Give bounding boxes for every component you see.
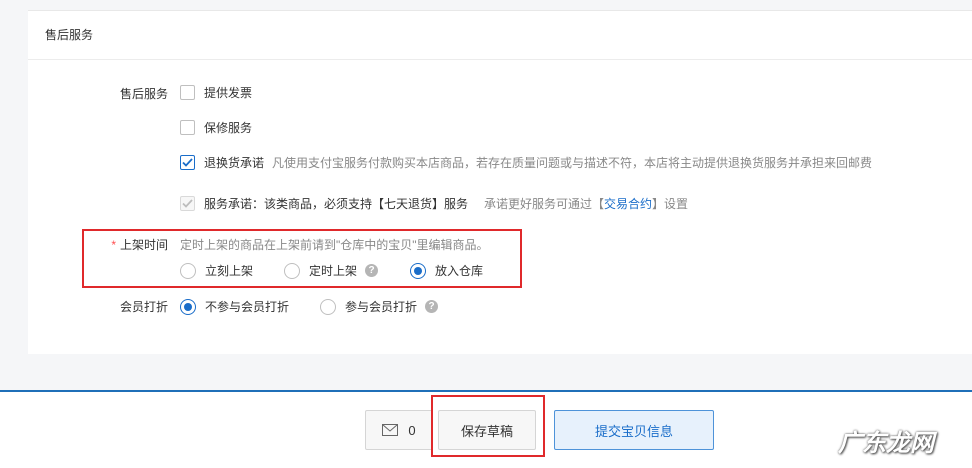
return-exchange-checkbox[interactable] — [180, 155, 195, 170]
invoice-label: 提供发票 — [204, 86, 253, 100]
no-member-discount-radio[interactable] — [180, 298, 196, 315]
option-warranty[interactable]: 保修服务 — [180, 119, 252, 136]
invoice-checkbox[interactable] — [180, 85, 195, 100]
check-icon — [182, 158, 193, 167]
submit-button[interactable]: 提交宝贝信息 — [554, 410, 714, 450]
check-icon — [182, 199, 193, 208]
warranty-label: 保修服务 — [204, 121, 253, 135]
option-invoice[interactable]: 提供发票 — [180, 84, 252, 101]
member-discount-option-label: 参与会员打折 — [345, 300, 418, 314]
service-promise: 服务承诺：该类商品，必须支持【七天退货】服务 承诺更好服务可通过【交易合约】设置 — [180, 195, 688, 212]
after-sales-label: 售后服务 — [119, 87, 168, 101]
radio-no-member-discount[interactable]: 不参与会员打折 — [180, 298, 289, 315]
member-discount-radio[interactable] — [320, 298, 336, 315]
help-icon[interactable]: ? — [425, 300, 439, 313]
section-header: 售后服务 — [28, 11, 972, 60]
listing-time-highlight — [82, 229, 522, 288]
return-exchange-note: 凡使用支付宝服务付款购买本店商品，若存在质量问题或与描述不符，本店将主动提供退换… — [272, 156, 873, 170]
after-sales-card: 售后服务 — [28, 10, 972, 354]
message-count: 0 — [408, 422, 416, 438]
watermark: 广东龙网 — [838, 428, 934, 457]
member-discount-label: 会员打折 — [119, 300, 168, 314]
envelope-icon — [382, 424, 399, 436]
service-promise-hint: 承诺更好服务可通过【交易合约】设置 — [484, 197, 689, 211]
service-promise-label: 服务承诺：该类商品，必须支持【七天退货】服务 — [204, 197, 469, 211]
radio-member-discount[interactable]: 参与会员打折 ? — [320, 298, 439, 315]
save-draft-highlight — [431, 395, 545, 457]
trade-contract-link[interactable]: 交易合约 — [604, 197, 652, 211]
service-promise-checkbox — [180, 196, 195, 211]
option-return-exchange[interactable]: 退换货承诺 凡使用支付宝服务付款购买本店商品，若存在质量问题或与描述不符，本店将… — [180, 154, 872, 171]
return-exchange-label: 退换货承诺 — [204, 156, 265, 170]
message-button[interactable]: 0 — [365, 410, 433, 450]
no-member-discount-label: 不参与会员打折 — [205, 300, 290, 314]
warranty-checkbox[interactable] — [180, 120, 195, 135]
